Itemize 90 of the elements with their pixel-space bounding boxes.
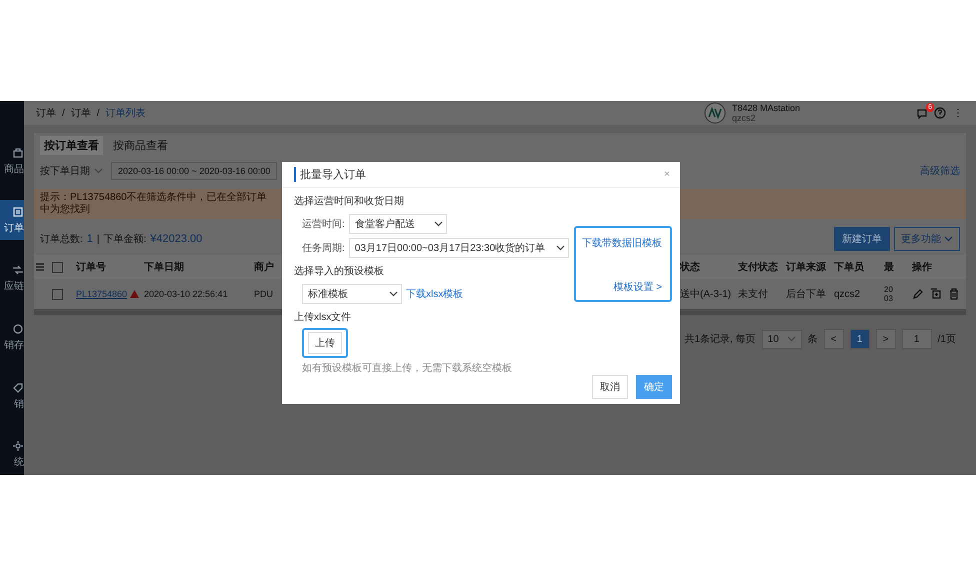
order-link[interactable]: PL13754860 (76, 289, 128, 299)
notice-text: 提示：PL13754860不在筛选条件中，已在全部订单中为您找到 (40, 192, 268, 216)
column-header: 支付状态 (738, 260, 779, 274)
page-button[interactable]: 1 (850, 329, 870, 349)
field-label: 运营时间: (302, 218, 345, 231)
breadcrumb-link[interactable]: 订单 (70, 106, 91, 120)
pencil-icon[interactable] (912, 288, 924, 300)
select-field[interactable]: 03月17日00:00~03月17日23:30收货的订单 (348, 238, 569, 258)
copy-icon[interactable] (930, 288, 942, 300)
more-actions-button[interactable]: 更多功能 (894, 227, 960, 251)
checkbox[interactable] (52, 288, 63, 300)
logo-icon (704, 102, 726, 124)
confirm-button[interactable]: 确定 (636, 375, 672, 399)
breadcrumb-separator: / (96, 108, 100, 118)
cancel-button[interactable]: 取消 (592, 375, 628, 399)
date-range-field[interactable]: 2020-03-16 00:00 ~ 2020-03-16 00:00 (111, 162, 278, 180)
table-cell-text: 送中(A-3-1) (680, 288, 732, 301)
template-settings-link[interactable]: 模板设置 > (613, 280, 662, 294)
dialog-title: 批量导入订单 (294, 167, 366, 182)
previous-page-button[interactable]: < (824, 329, 844, 349)
view-tab[interactable]: 按订单查看 (40, 136, 103, 154)
new-order-button[interactable]: 新建订单 (834, 227, 890, 251)
upload-button[interactable]: 上传 (308, 332, 342, 354)
table-cell-text: 未支付 (738, 288, 769, 301)
columns-icon[interactable] (34, 261, 46, 273)
field-label: 任务周期: (302, 242, 345, 255)
page-size-unit: 条 (808, 333, 818, 346)
caret-icon (434, 221, 443, 227)
caret-icon (786, 336, 796, 342)
page-size-select[interactable]: 10 (762, 330, 802, 348)
column-header: 状态 (680, 260, 701, 274)
caret-icon (556, 245, 565, 251)
breadcrumb-link[interactable]: 订单 (36, 106, 56, 120)
total-records: 共1条记录, 每页 (684, 332, 756, 346)
column-header: 最 (884, 260, 895, 274)
sidebar-item[interactable]: 统 (0, 434, 24, 475)
document-icon (12, 206, 24, 218)
table-cell-text: 20 03 (884, 285, 894, 303)
column-header: 订单号 (76, 260, 107, 274)
table-cell-text: qzcs2 (834, 288, 862, 300)
section-title: 选择导入的预设模板 (294, 264, 385, 279)
order-amount: ¥42023.00 (150, 233, 202, 245)
breadcrumb-separator: / (62, 108, 65, 118)
user-name: qzcs2 (732, 113, 756, 123)
caret-icon (944, 236, 953, 242)
sidebar-item[interactable]: 销存 (0, 317, 24, 358)
view-tab[interactable]: 按商品查看 (109, 136, 172, 154)
tag-icon (12, 382, 24, 394)
table-cell-text: 2020-03-10 22:56:41 (144, 289, 229, 299)
sidebar-item[interactable]: 订单 (0, 200, 24, 240)
upload-hint: 如有预设模板可直接上传，无需下载系统空模板 (301, 362, 513, 375)
order-count: 1 (86, 233, 93, 245)
help-icon[interactable] (934, 107, 946, 119)
arrows-icon (12, 264, 24, 276)
column-header: 下单员 (834, 260, 865, 274)
message-icon[interactable] (916, 107, 928, 119)
column-header: 操作 (912, 260, 933, 274)
download-template-link[interactable]: 下载xlsx模板 (406, 287, 464, 301)
page-jump-field[interactable]: 1 (902, 329, 932, 349)
sidebar-item[interactable]: 商品 (0, 141, 24, 182)
caret-icon (94, 168, 103, 174)
station-name: T8428 MAstation (732, 103, 800, 113)
close-button[interactable]: × (664, 169, 670, 180)
warning-icon (130, 290, 140, 298)
trash-icon[interactable] (948, 288, 960, 300)
section-title: 选择运营时间和收货日期 (294, 194, 405, 209)
caret-icon (389, 291, 398, 297)
count-label: 订单总数: (40, 232, 83, 246)
divider-text: | (96, 234, 100, 244)
page-count: /1页 (938, 333, 956, 346)
sidebar-item[interactable]: 销 (0, 376, 24, 416)
sidebar-item[interactable]: 应链 (0, 258, 24, 300)
select-field[interactable]: 标准模板 (302, 284, 402, 304)
amount-label: 下单金额: (104, 232, 146, 246)
advanced-filter-link[interactable]: 高级筛选 (920, 164, 960, 178)
table-cell-text: 后台下单 (786, 288, 827, 301)
download-data-template-link[interactable]: 下载带数据旧模板 (582, 236, 662, 250)
circle-icon (12, 322, 24, 335)
gear-icon (12, 440, 24, 452)
column-header: 订单来源 (786, 260, 827, 274)
checkbox[interactable] (52, 262, 63, 272)
date-type-select[interactable]: 按下单日期 (40, 164, 103, 178)
column-header: 商户 (254, 260, 275, 274)
select-field[interactable]: 食堂客户配送 (348, 214, 447, 234)
next-page-button[interactable]: > (876, 329, 896, 349)
table-cell-text: PDU (254, 289, 274, 299)
section-title: 上传xlsx文件 (294, 310, 352, 325)
breadcrumb-link[interactable]: 订单列表 (106, 106, 146, 120)
bag-icon (12, 146, 24, 159)
column-header: 下单日期 (144, 260, 185, 274)
